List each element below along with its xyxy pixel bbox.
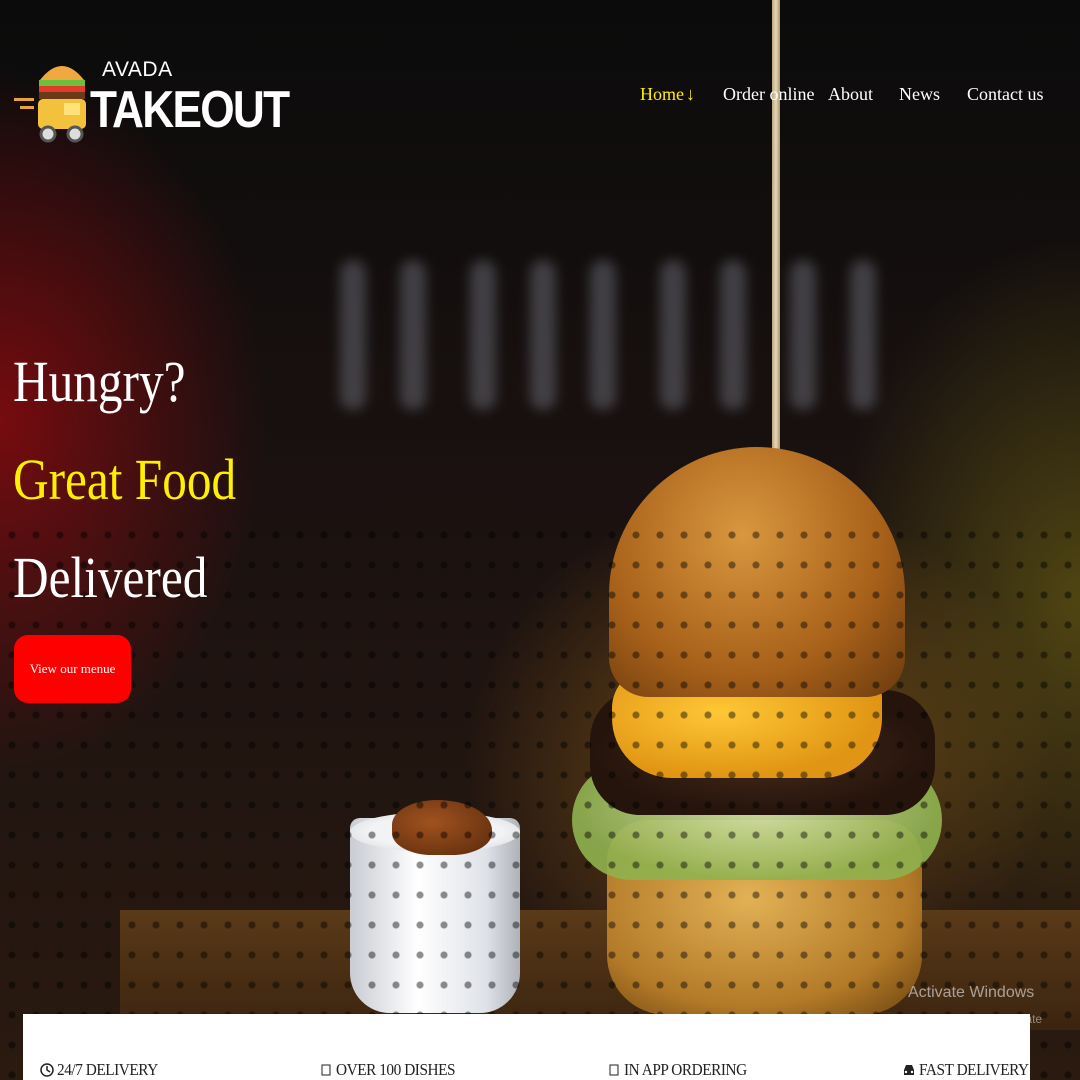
- nav-news[interactable]: News: [899, 84, 940, 105]
- activate-windows-title: Activate Windows: [908, 984, 1035, 1001]
- nav-order-online[interactable]: Order online: [723, 84, 814, 105]
- feature-label: 24/7 DELIVERY: [57, 1060, 158, 1079]
- nav-home[interactable]: Home ↓: [640, 84, 695, 105]
- hero-line-delivered: Delivered: [13, 545, 208, 610]
- burger-skewer: [772, 0, 780, 470]
- clock-icon: [40, 1063, 54, 1077]
- main-nav: Home ↓ Order online About News Contact us: [0, 84, 1080, 108]
- hero-line-hungry: Hungry?: [13, 349, 186, 414]
- feature-label: FAST DELIVERY: [919, 1060, 1029, 1079]
- dish-icon: [321, 1064, 331, 1076]
- phone-icon: [609, 1064, 619, 1076]
- hero-line-great-food: Great Food: [13, 447, 237, 512]
- feature-label: OVER 100 DISHES: [336, 1060, 456, 1079]
- feature-over-100-dishes: OVER 100 DISHES: [319, 1060, 468, 1080]
- feature-label: IN APP ORDERING: [624, 1060, 747, 1079]
- nav-about[interactable]: About: [828, 84, 873, 105]
- nav-contact-us[interactable]: Contact us: [967, 84, 1044, 105]
- feature-in-app-ordering: IN APP ORDERING: [607, 1060, 760, 1080]
- logo-avada-text: AVADA: [102, 58, 173, 81]
- feature-24-7-delivery: 24/7 DELIVERY: [40, 1060, 169, 1080]
- arrow-down-icon: ↓: [686, 84, 695, 104]
- view-menu-button[interactable]: View our menue: [14, 635, 131, 703]
- hero-background: [0, 0, 1080, 1080]
- nav-home-label: Home: [640, 84, 684, 104]
- feature-fast-delivery: FAST DELIVERY: [902, 1060, 1041, 1080]
- features-bar: 24/7 DELIVERY OVER 100 DISHES IN APP ORD…: [23, 1014, 1030, 1080]
- background-lights: [330, 230, 890, 450]
- car-icon: [904, 1065, 914, 1075]
